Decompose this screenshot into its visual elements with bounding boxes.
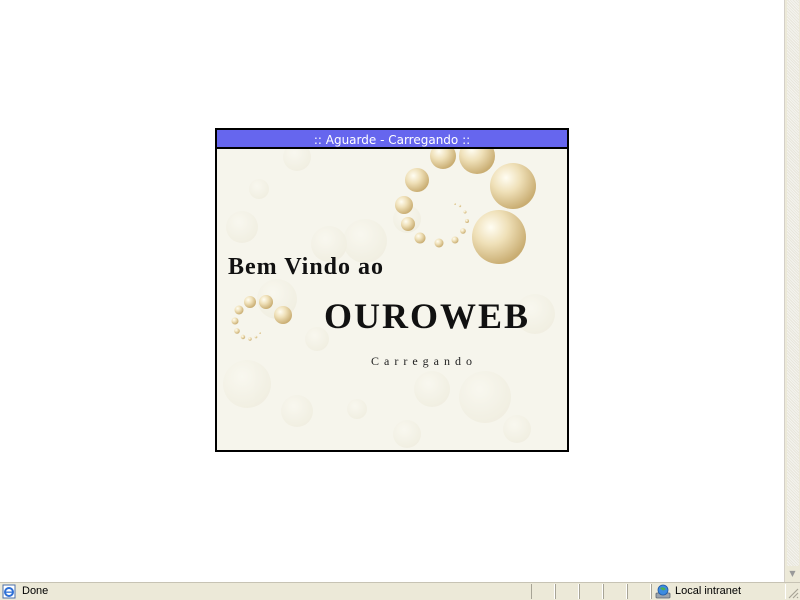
intranet-globe-icon [655,584,671,599]
status-panel [531,584,555,599]
loading-text: Carregando [371,354,477,368]
browser-content-area: :: Aguarde - Carregando :: Bem Vindo ao … [0,0,784,582]
status-text: Done [22,585,49,597]
status-panel [579,584,603,599]
vertical-scrollbar[interactable]: ▼ [784,0,800,582]
status-panel [627,584,651,599]
loading-dialog: :: Aguarde - Carregando :: Bem Vindo ao … [215,128,569,452]
splash-image: Bem Vindo ao OUROWEB Carregando [217,149,567,450]
resize-grip-icon[interactable] [787,587,799,599]
scroll-down-arrow-icon[interactable]: ▼ [785,566,800,582]
scrollbar-track[interactable] [787,0,799,566]
dialog-title-bar: :: Aguarde - Carregando :: [217,130,567,149]
security-zone-text: Local intranet [675,585,742,597]
brand-name: OUROWEB [324,296,531,336]
ie-page-icon [2,584,16,599]
status-panel [603,584,627,599]
status-panel [555,584,579,599]
welcome-text: Bem Vindo ao [228,254,385,280]
status-bar: Done Local intranet [0,582,800,600]
